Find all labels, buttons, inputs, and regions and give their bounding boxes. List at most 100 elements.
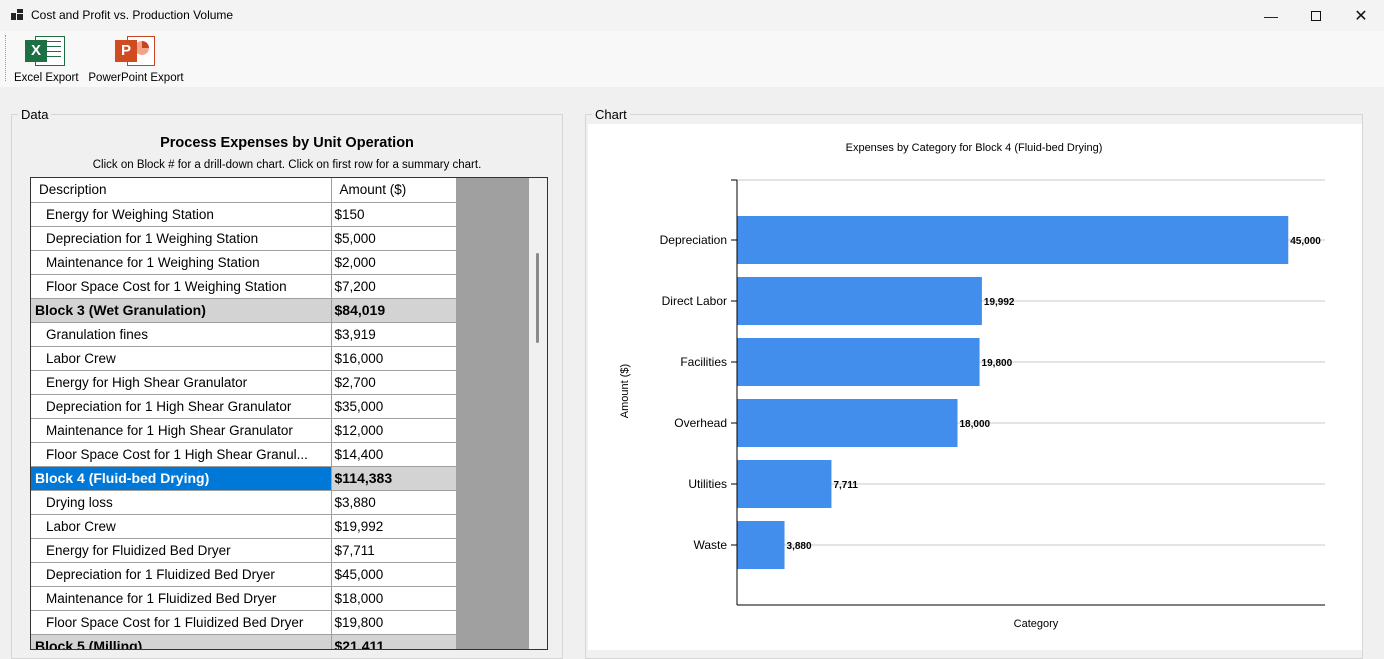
- cell-amount[interactable]: $12,000: [331, 418, 457, 443]
- minimize-button[interactable]: —: [1248, 0, 1294, 31]
- table-row[interactable]: Depreciation for 1 Weighing Station $5,00…: [31, 226, 457, 251]
- table-row[interactable]: Energy for Fluidized Bed Dryer $7,711: [31, 538, 457, 563]
- cell-description[interactable]: Depreciation for 1 Fluidized Bed Dryer: [31, 562, 332, 587]
- cell-amount[interactable]: $3,919: [331, 322, 457, 347]
- block-row[interactable]: Block 5 (Milling) $21,411: [31, 634, 457, 649]
- powerpoint-icon: P: [115, 34, 157, 68]
- cell-description[interactable]: Depreciation for 1 High Shear Granulator: [31, 394, 332, 419]
- cell-description[interactable]: Labor Crew: [31, 514, 332, 539]
- cell-description[interactable]: Labor Crew: [31, 346, 332, 371]
- powerpoint-export-label: PowerPoint Export: [88, 72, 184, 84]
- cell-amount[interactable]: $3,880: [331, 490, 457, 515]
- toolbar-grip[interactable]: [5, 35, 7, 81]
- cell-amount[interactable]: $14,400: [331, 442, 457, 467]
- scrollbar-thumb[interactable]: [536, 253, 539, 343]
- excel-export-label: Excel Export: [14, 72, 79, 84]
- cell-description[interactable]: Block 3 (Wet Granulation): [31, 298, 332, 323]
- cell-amount[interactable]: $45,000: [331, 562, 457, 587]
- close-button[interactable]: ✕: [1338, 0, 1384, 31]
- cell-description[interactable]: Energy for High Shear Granulator: [31, 370, 332, 395]
- chart-category-label: Depreciation: [660, 233, 727, 247]
- cell-description[interactable]: Block 4 (Fluid-bed Drying): [31, 466, 332, 491]
- chart-title: Expenses by Category for Block 4 (Fluid-…: [846, 142, 1103, 154]
- cell-description[interactable]: Energy for Weighing Station: [31, 202, 332, 227]
- cell-amount[interactable]: $21,411: [331, 634, 457, 649]
- title-bar: Cost and Profit vs. Production Volume — …: [0, 0, 1384, 31]
- minimize-icon: —: [1264, 7, 1278, 24]
- table-row[interactable]: Floor Space Cost for 1 Weighing Station $…: [31, 274, 457, 299]
- table-row[interactable]: Granulation fines $3,919: [31, 322, 457, 347]
- chart-x-axis-label: Category: [1014, 618, 1059, 630]
- cell-description[interactable]: Block 5 (Milling): [31, 634, 332, 649]
- chart-data-label: 19,800: [982, 358, 1013, 369]
- close-icon: ✕: [1354, 7, 1368, 25]
- expenses-bar-chart: Expenses by Category for Block 4 (Fluid-…: [619, 142, 1325, 630]
- chart-bar: [737, 521, 785, 569]
- cell-description[interactable]: Drying loss: [31, 490, 332, 515]
- column-header-amount[interactable]: Amount ($): [331, 178, 457, 203]
- chart-group-label: Chart: [592, 107, 630, 122]
- cell-description[interactable]: Maintenance for 1 High Shear Granulator: [31, 418, 332, 443]
- cell-amount[interactable]: $19,992: [331, 514, 457, 539]
- chart-data-label: 3,880: [787, 541, 812, 552]
- chart-data-label: 45,000: [1290, 236, 1321, 247]
- table-row[interactable]: Energy for High Shear Granulator $2,700: [31, 370, 457, 395]
- column-header-description[interactable]: Description: [31, 178, 332, 203]
- table-row[interactable]: Depreciation for 1 High Shear Granulator…: [31, 394, 457, 419]
- cell-amount[interactable]: $18,000: [331, 586, 457, 611]
- cell-description[interactable]: Floor Space Cost for 1 Weighing Station: [31, 274, 332, 299]
- cell-description[interactable]: Maintenance for 1 Weighing Station: [31, 250, 332, 275]
- app-icon: [11, 9, 23, 20]
- block-row[interactable]: Block 3 (Wet Granulation) $84,019: [31, 298, 457, 323]
- window-title: Cost and Profit vs. Production Volume: [31, 8, 234, 22]
- table-row[interactable]: Energy for Weighing Station $150: [31, 202, 457, 227]
- cell-amount[interactable]: $150: [331, 202, 457, 227]
- table-row[interactable]: Floor Space Cost for 1 High Shear Granul…: [31, 442, 457, 467]
- table-row[interactable]: Maintenance for 1 High Shear Granulator $…: [31, 418, 457, 443]
- expenses-table: Description Amount ($) Energy for Weighi…: [31, 178, 457, 649]
- chart-category-label: Facilities: [680, 355, 727, 369]
- table-row[interactable]: Labor Crew $19,992: [31, 514, 457, 539]
- table-row[interactable]: Maintenance for 1 Weighing Station $2,000: [31, 250, 457, 275]
- data-group-label: Data: [18, 107, 52, 122]
- chart-category-label: Waste: [693, 538, 727, 552]
- cell-amount[interactable]: $16,000: [331, 346, 457, 371]
- chart-y-axis-label: Amount ($): [619, 364, 631, 418]
- cell-amount[interactable]: $35,000: [331, 394, 457, 419]
- cell-description[interactable]: Energy for Fluidized Bed Dryer: [31, 538, 332, 563]
- block-row[interactable]: Block 4 (Fluid-bed Drying) $114,383: [31, 466, 457, 491]
- excel-export-button[interactable]: X Excel Export: [14, 34, 79, 84]
- expenses-grid[interactable]: Description Amount ($) Energy for Weighi…: [30, 177, 548, 650]
- chart-area: Expenses by Category for Block 4 (Fluid-…: [588, 124, 1362, 650]
- maximize-icon: [1311, 10, 1321, 21]
- table-row[interactable]: Drying loss $3,880: [31, 490, 457, 515]
- toolbar: X Excel Export P PowerPoint Export: [0, 31, 1384, 87]
- chart-data-label: 7,711: [833, 480, 858, 491]
- cell-description[interactable]: Granulation fines: [31, 322, 332, 347]
- cell-amount[interactable]: $84,019: [331, 298, 457, 323]
- cell-description[interactable]: Floor Space Cost for 1 Fluidized Bed Dry…: [31, 610, 332, 635]
- data-heading: Process Expenses by Unit Operation: [160, 135, 414, 151]
- cell-description[interactable]: Depreciation for 1 Weighing Station: [31, 226, 332, 251]
- cell-amount[interactable]: $5,000: [331, 226, 457, 251]
- chart-bar: [737, 338, 980, 386]
- table-row[interactable]: Depreciation for 1 Fluidized Bed Dryer $4…: [31, 562, 457, 587]
- table-row[interactable]: Labor Crew $16,000: [31, 346, 457, 371]
- cell-amount[interactable]: $2,000: [331, 250, 457, 275]
- cell-amount[interactable]: $7,200: [331, 274, 457, 299]
- chart-bar: [737, 277, 982, 325]
- maximize-button[interactable]: [1293, 0, 1339, 31]
- chart-category-label: Overhead: [674, 416, 727, 430]
- cell-amount[interactable]: $19,800: [331, 610, 457, 635]
- cell-description[interactable]: Maintenance for 1 Fluidized Bed Dryer: [31, 586, 332, 611]
- data-instruction: Click on Block # for a drill-down chart.…: [92, 159, 482, 171]
- powerpoint-export-button[interactable]: P PowerPoint Export: [86, 34, 186, 84]
- table-row[interactable]: Maintenance for 1 Fluidized Bed Dryer $18…: [31, 586, 457, 611]
- cell-amount[interactable]: $7,711: [331, 538, 457, 563]
- grid-scrollbar[interactable]: [529, 178, 547, 649]
- cell-amount[interactable]: $2,700: [331, 370, 457, 395]
- cell-amount[interactable]: $114,383: [331, 466, 457, 491]
- cell-description[interactable]: Floor Space Cost for 1 High Shear Granul…: [31, 442, 332, 467]
- table-row[interactable]: Floor Space Cost for 1 Fluidized Bed Dry…: [31, 610, 457, 635]
- excel-icon: X: [25, 34, 67, 68]
